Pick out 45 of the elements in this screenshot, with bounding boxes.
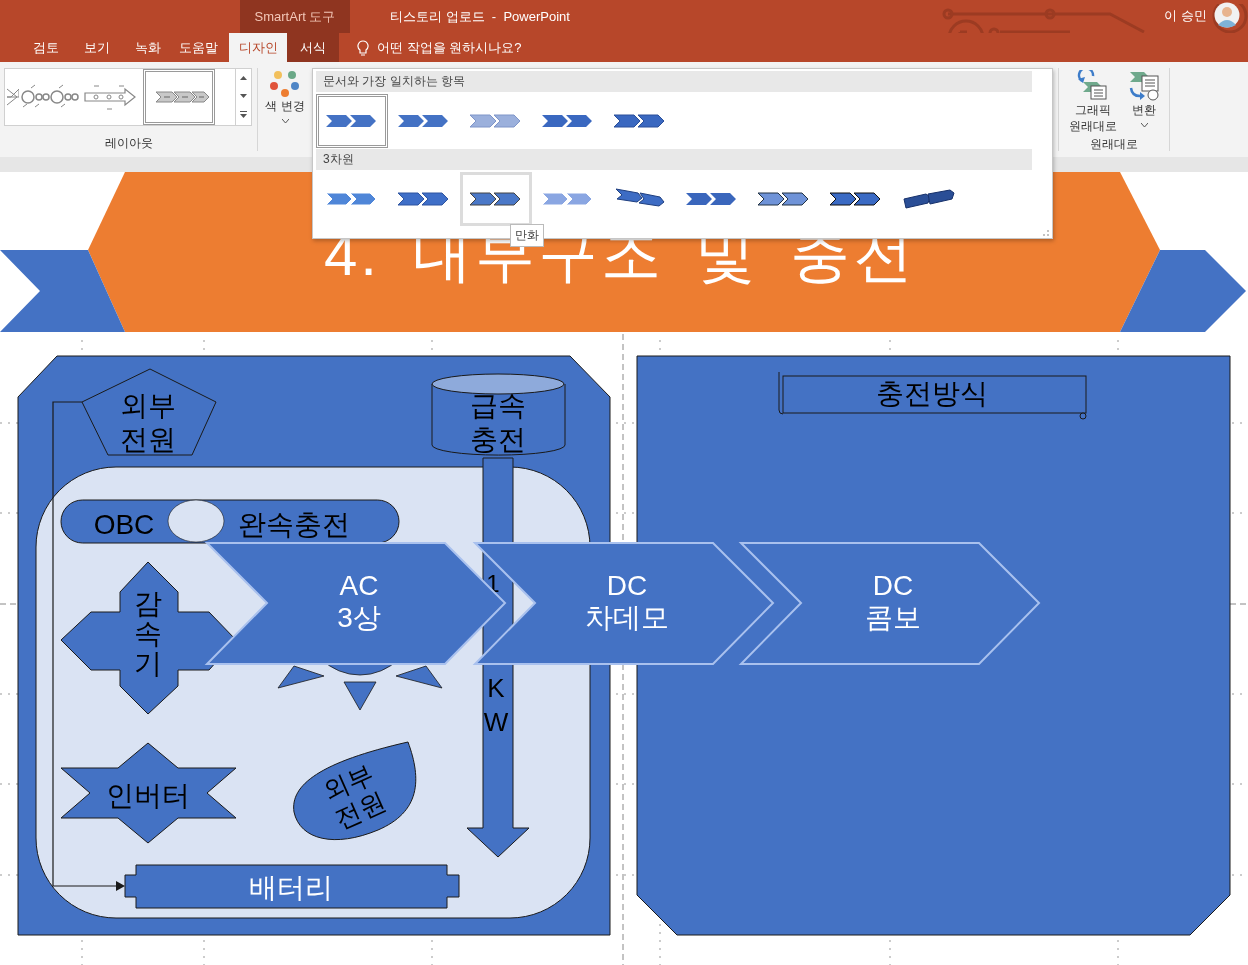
style-gallery-item[interactable] [316,93,388,148]
window-title: 티스토리 업로드 - PowerPoint [390,8,570,26]
shape-label: 외부 전원 [318,758,391,835]
color-dots-icon [270,70,300,98]
change-colors-button[interactable]: 색 변경 [262,68,308,125]
chevron-style-icon [900,188,956,209]
shape-label: 외부 전원 [120,390,176,455]
ribbon-tab[interactable]: 검토 [20,33,71,62]
layout-gallery-item[interactable] [142,69,215,125]
shape-label: AC 3상 [337,570,381,633]
ribbon-tab[interactable]: 서식 [287,33,339,62]
shape-label: 충전방식 [876,378,988,409]
ribbon-tab[interactable]: 녹화 [122,33,173,62]
ribbon-tab[interactable]: 보기 [71,33,122,62]
user-name[interactable]: 이 승민 [1164,7,1207,25]
shape-label: 완속충전 [238,509,350,540]
tell-me-field[interactable]: 어떤 작업을 원하시나요? [377,38,522,57]
shape-label: DC 콤보 [865,570,921,633]
convert-graphic-icon [1128,70,1160,102]
shape-label: KW [483,673,509,737]
caret-icon [1140,123,1148,127]
ribbon-button[interactable]: 그래픽 원래대로 [1065,68,1121,136]
ribbon-tab[interactable]: 도움말 [173,33,224,62]
shape-label: 배터리 [249,872,333,903]
contextual-tab-label: SmartArt 도구 [240,0,350,33]
ribbon-tab[interactable]: 디자인 [229,33,287,62]
group-label: 원래대로 [1090,136,1138,153]
scroll-up-icon[interactable] [239,76,247,80]
resize-grip-icon[interactable] [1043,230,1049,236]
shape-label: DC 차데모 [585,570,669,633]
shape-label: 인버터 [106,780,190,811]
shape-label: OBC [93,509,155,540]
more-icon[interactable] [239,110,247,118]
reset-graphic-icon [1077,70,1109,102]
caret-icon [281,119,289,123]
gallery-section-header: 3차원 [323,151,354,168]
oval-shape [167,499,225,543]
group-label: 레이아웃 [104,135,153,152]
lightbulb-icon[interactable] [357,39,369,56]
gallery-section-header: 문서와 가장 일치하는 항목 [323,73,465,90]
shape-label: 급속 충전 [470,390,526,455]
ribbon-button[interactable]: 변환 [1125,68,1163,136]
avatar-icon[interactable] [1214,2,1240,28]
scroll-down-icon[interactable] [239,94,247,98]
shape-label: 감속기 [134,588,162,679]
